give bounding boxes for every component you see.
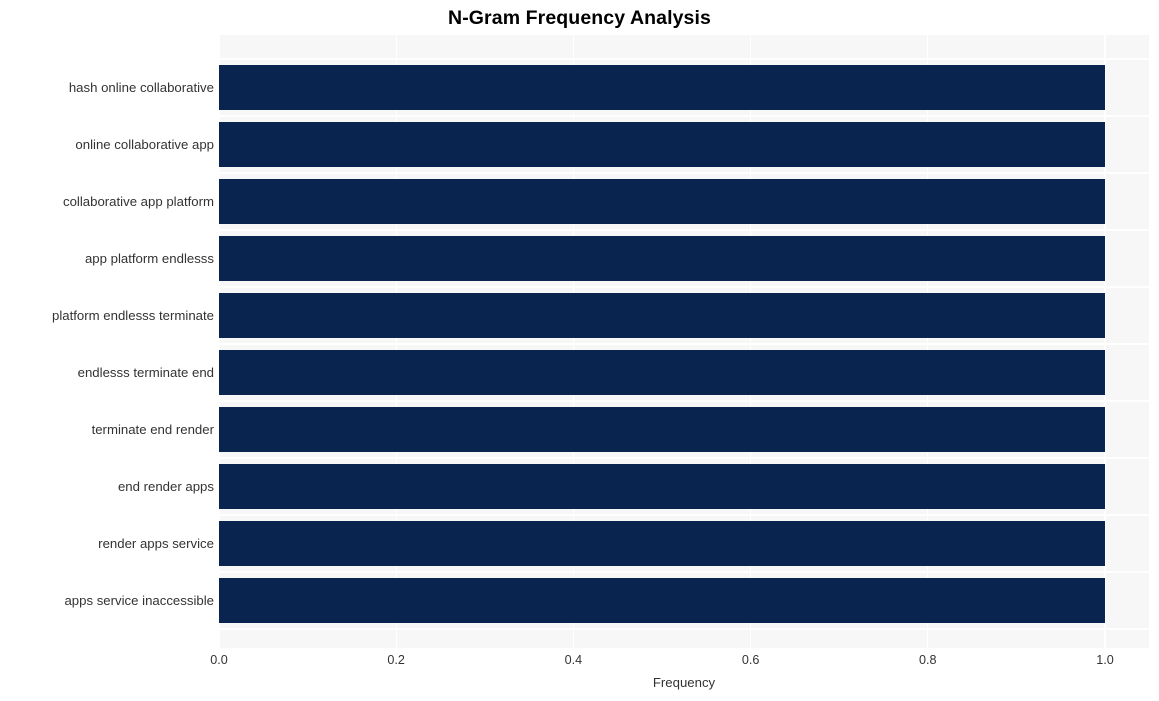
bar (219, 464, 1105, 509)
x-axis-tick-label: 0.2 (387, 653, 405, 667)
bar (219, 578, 1105, 623)
y-axis-tick-label: online collaborative app (75, 136, 214, 152)
y-axis-tick-label: app platform endlesss (84, 250, 214, 266)
y-axis-tick-label: apps service inaccessible (64, 592, 214, 608)
y-axis-tick-label: collaborative app platform (62, 193, 214, 209)
bars-group (219, 35, 1149, 648)
y-axis-tick-label: hash online collaborative (68, 79, 214, 95)
chart-figure: N-Gram Frequency Analysis hash online co… (0, 0, 1159, 701)
bar (219, 65, 1105, 110)
y-axis-tick-label: end render apps (117, 478, 214, 494)
bar (219, 293, 1105, 338)
x-axis-tick-label: 0.0 (210, 653, 228, 667)
y-axis-tick-label: terminate end render (91, 421, 214, 437)
x-axis-tick-labels: 0.0 0.2 0.4 0.6 0.8 1.0 (210, 652, 1149, 672)
bar (219, 350, 1105, 395)
chart-title: N-Gram Frequency Analysis (448, 7, 711, 29)
plot-area (219, 35, 1149, 648)
y-axis-tick-label: endlesss terminate end (77, 364, 214, 380)
y-axis-tick-label: platform endlesss terminate (52, 307, 214, 323)
x-axis-tick-label: 0.8 (919, 653, 937, 667)
x-axis-tick-label: 0.4 (564, 653, 583, 667)
bar (219, 407, 1105, 452)
y-axis-tick-labels: hash online collaborative online collabor… (0, 35, 214, 648)
x-axis-tick-label: 0.6 (741, 653, 760, 667)
x-axis-title: Frequency (652, 675, 716, 690)
y-axis-tick-label: render apps service (98, 535, 214, 551)
bar (219, 179, 1105, 224)
bar (219, 122, 1105, 167)
bar (219, 521, 1105, 566)
bar (219, 236, 1105, 281)
x-axis-tick-label: 1.0 (1096, 653, 1114, 667)
